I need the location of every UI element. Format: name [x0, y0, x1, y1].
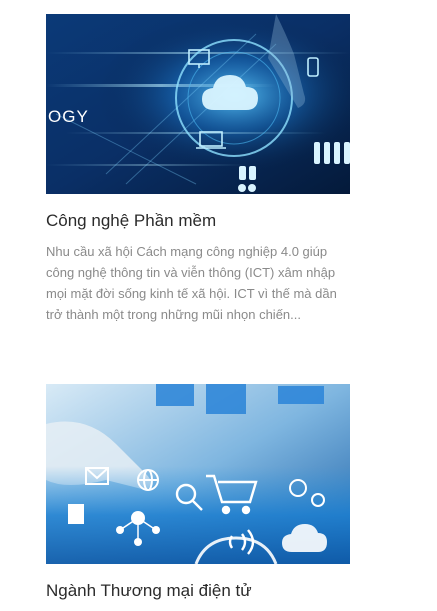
post-list: OGY Công nghệ Phần mềm Nhu cầu xã hội Cá…	[0, 0, 437, 611]
post-card: OGY Công nghệ Phần mềm Nhu cầu xã hội Cá…	[46, 14, 350, 325]
post-card: Ngành Thương mại điện tử	[46, 384, 350, 602]
post-thumbnail-link[interactable]	[46, 384, 350, 564]
post-thumbnail-image: OGY	[46, 14, 350, 194]
post-excerpt: Nhu cầu xã hội Cách mạng công nghiệp 4.0…	[46, 244, 337, 322]
post-thumbnail-link[interactable]: OGY	[46, 14, 350, 194]
document-icon	[68, 504, 84, 524]
image-caption-text: OGY	[48, 107, 89, 126]
post-thumbnail-image	[46, 384, 350, 564]
post-title[interactable]: Ngành Thương mại điện tử	[46, 580, 350, 602]
post-title[interactable]: Công nghệ Phần mềm	[46, 210, 350, 232]
